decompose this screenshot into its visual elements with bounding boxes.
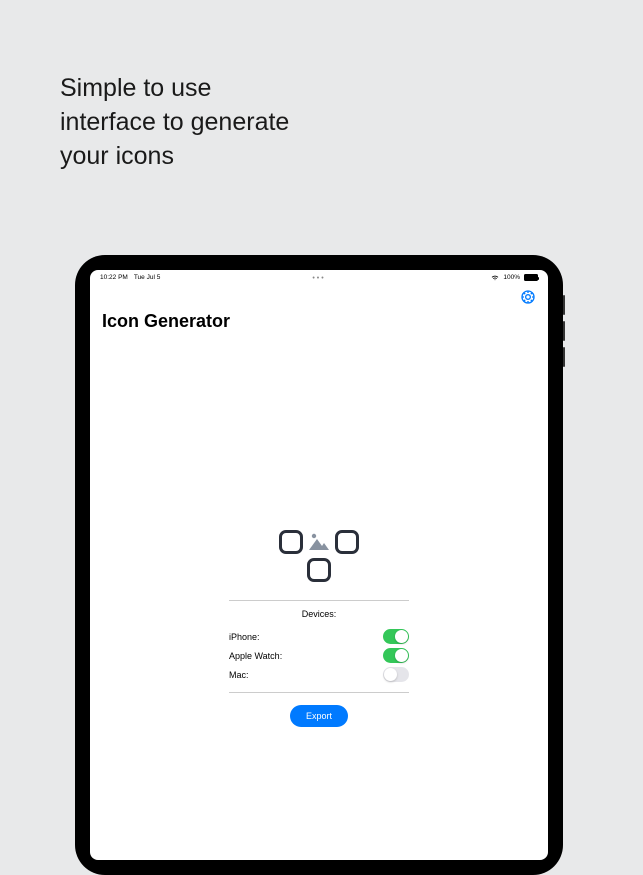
divider <box>229 692 409 693</box>
headline-line-1: Simple to use <box>60 72 289 106</box>
square-outline-icon <box>279 530 303 554</box>
battery-icon <box>524 274 538 281</box>
square-outline-icon <box>307 558 331 582</box>
devices-section-label: Devices: <box>229 609 409 619</box>
wifi-icon <box>491 275 499 281</box>
toggle-applewatch[interactable] <box>383 648 409 663</box>
multitasking-dots-icon: ••• <box>312 275 325 282</box>
export-button[interactable]: Export <box>290 705 348 727</box>
device-row-iphone: iPhone: <box>229 627 409 646</box>
square-outline-icon <box>335 530 359 554</box>
app-title: Icon Generator <box>90 283 548 340</box>
main-content: Devices: iPhone: Apple Watch: Mac: Expor… <box>229 530 409 727</box>
status-time: 10:22 PM <box>100 274 128 281</box>
headline-line-3: your icons <box>60 140 289 174</box>
marketing-headline: Simple to use interface to generate your… <box>60 72 289 173</box>
headline-line-2: interface to generate <box>60 106 289 140</box>
status-date: Tue Jul 5 <box>134 274 161 281</box>
tablet-side-buttons <box>563 295 565 373</box>
device-label: iPhone: <box>229 632 260 642</box>
toggle-iphone[interactable] <box>383 629 409 644</box>
toggle-mac[interactable] <box>383 667 409 682</box>
status-bar: 10:22 PM Tue Jul 5 ••• 100% <box>90 270 548 283</box>
device-row-mac: Mac: <box>229 665 409 684</box>
device-label: Apple Watch: <box>229 651 282 661</box>
battery-percent: 100% <box>503 274 520 281</box>
image-icon <box>307 530 331 554</box>
icon-placeholder[interactable] <box>279 530 359 582</box>
device-row-applewatch: Apple Watch: <box>229 646 409 665</box>
divider <box>229 600 409 601</box>
device-label: Mac: <box>229 670 249 680</box>
settings-button[interactable] <box>520 289 536 305</box>
tablet-frame: 10:22 PM Tue Jul 5 ••• 100% Icon Generat… <box>75 255 563 875</box>
tablet-screen: 10:22 PM Tue Jul 5 ••• 100% Icon Generat… <box>90 270 548 860</box>
gear-icon <box>520 289 536 305</box>
